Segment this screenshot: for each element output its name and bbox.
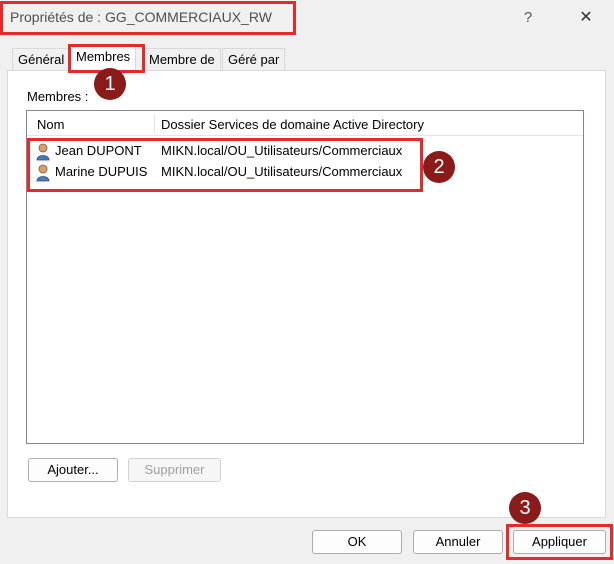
member-name: Marine DUPUIS <box>55 164 148 179</box>
members-label: Membres : <box>27 89 89 104</box>
step-badge-2: 2 <box>423 151 455 183</box>
step-badge-3: 3 <box>509 492 541 524</box>
tab-membre-de[interactable]: Membre de <box>143 48 221 71</box>
help-button[interactable]: ? <box>516 6 540 30</box>
ok-button[interactable]: OK <box>312 530 402 554</box>
tab-gere-par[interactable]: Géré par <box>222 48 286 71</box>
remove-button[interactable]: Supprimer <box>128 458 221 482</box>
list-header: Nom Dossier Services de domaine Active D… <box>27 111 583 136</box>
column-header-nom[interactable]: Nom <box>37 111 64 135</box>
column-header-dossier[interactable]: Dossier Services de domaine Active Direc… <box>161 111 424 135</box>
members-list[interactable]: Nom Dossier Services de domaine Active D… <box>26 110 584 444</box>
step-badge-1: 1 <box>94 68 126 100</box>
title-bar: Propriétés de : GG_COMMERCIAUX_RW ? ✕ <box>0 0 614 36</box>
user-icon <box>36 164 50 182</box>
add-button[interactable]: Ajouter... <box>28 458 118 482</box>
member-folder: MIKN.local/OU_Utilisateurs/Commerciaux <box>161 143 403 158</box>
apply-button[interactable]: Appliquer <box>513 530 606 554</box>
cancel-button[interactable]: Annuler <box>413 530 503 554</box>
close-button[interactable]: ✕ <box>573 5 599 31</box>
user-icon <box>36 143 50 161</box>
table-row[interactable]: Marine DUPUIS MIKN.local/OU_Utilisateurs… <box>33 163 433 183</box>
member-name: Jean DUPONT <box>55 143 142 158</box>
column-divider[interactable] <box>154 114 155 134</box>
window-title: Propriétés de : GG_COMMERCIAUX_RW <box>10 9 272 25</box>
tab-general[interactable]: Général <box>12 48 71 71</box>
tab-membres[interactable]: Membres <box>70 44 137 72</box>
table-row[interactable]: Jean DUPONT MIKN.local/OU_Utilisateurs/C… <box>33 142 433 162</box>
member-folder: MIKN.local/OU_Utilisateurs/Commerciaux <box>161 164 403 179</box>
